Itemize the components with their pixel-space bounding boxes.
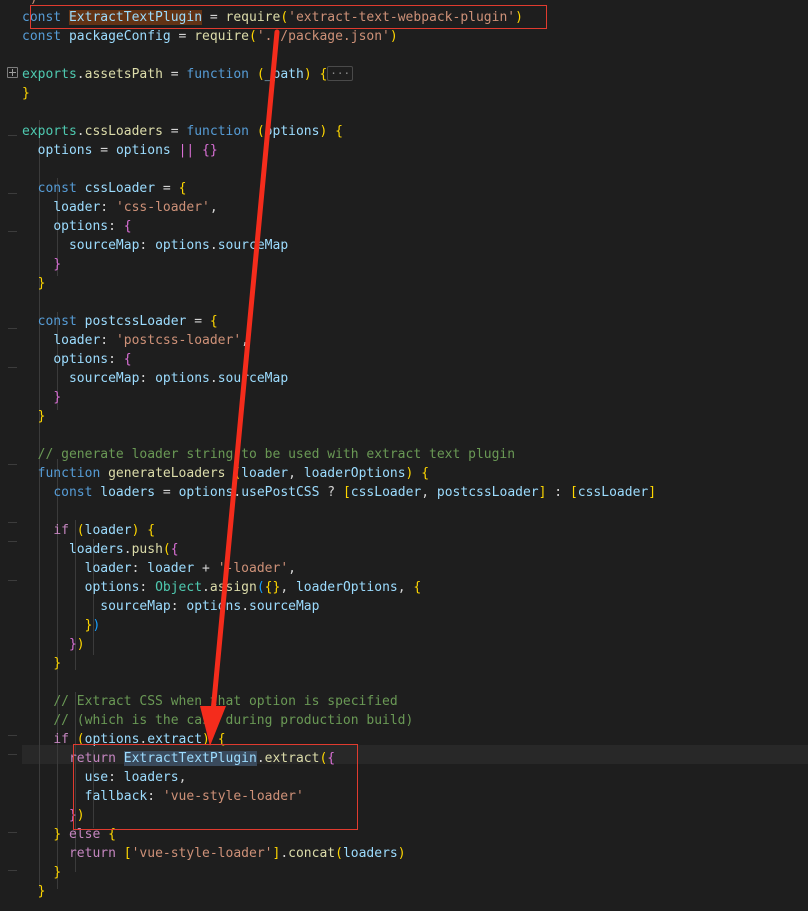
code-line[interactable]: loader: 'postcss-loader', (0, 331, 249, 350)
code-line[interactable]: function generateLoaders (loader, loader… (0, 464, 429, 483)
code-line[interactable]: } (0, 274, 46, 293)
code-line-folded[interactable]: exports.assetsPath = function (_path) {·… (0, 65, 354, 84)
code-line[interactable]: } (0, 882, 46, 901)
code-line[interactable]: } (0, 388, 61, 407)
code-line[interactable]: if (options.extract) { (0, 730, 225, 749)
code-line[interactable]: loader: 'css-loader', (0, 198, 217, 217)
code-line[interactable] (0, 46, 22, 65)
code-line[interactable] (0, 103, 22, 122)
code-line[interactable]: const ExtractTextPlugin = require('extra… (0, 8, 523, 27)
code-line[interactable]: const postcssLoader = { (0, 312, 218, 331)
code-line[interactable]: } (0, 863, 61, 882)
code-line[interactable]: loader: loader + '-loader', (0, 559, 296, 578)
code-line[interactable]: return ExtractTextPlugin.extract({ (0, 749, 335, 768)
code-line[interactable]: use: loaders, (0, 768, 187, 787)
code-editor[interactable]: ') const ExtractTextPlugin = require('ex… (0, 0, 808, 911)
code-line[interactable] (0, 502, 22, 521)
code-line[interactable]: // generate loader string to be used wit… (0, 445, 515, 464)
code-line[interactable]: fallback: 'vue-style-loader' (0, 787, 304, 806)
code-line[interactable]: options: Object.assign({}, loaderOptions… (0, 578, 422, 597)
code-line[interactable]: options = options || {} (0, 141, 218, 160)
code-line[interactable] (0, 426, 22, 445)
code-line[interactable] (0, 293, 22, 312)
code-line[interactable] (0, 160, 22, 179)
code-line[interactable]: } else { (0, 825, 116, 844)
code-line[interactable]: const cssLoader = { (0, 179, 187, 198)
code-line[interactable]: const loaders = options.usePostCSS ? [cs… (0, 483, 656, 502)
code-line[interactable]: sourceMap: options.sourceMap (0, 236, 288, 255)
code-line[interactable]: if (loader) { (0, 521, 155, 540)
code-line[interactable]: loaders.push({ (0, 540, 179, 559)
code-line[interactable]: options: { (0, 217, 131, 236)
code-line[interactable]: const packageConfig = require('../packag… (0, 27, 398, 46)
code-line[interactable]: }) (0, 806, 85, 825)
code-line[interactable] (0, 673, 22, 692)
folded-region-placeholder[interactable]: ··· (327, 66, 354, 81)
code-line[interactable]: sourceMap: options.sourceMap (0, 369, 288, 388)
code-line[interactable]: } (0, 654, 61, 673)
code-line[interactable]: sourceMap: options.sourceMap (0, 597, 319, 616)
code-line[interactable]: return ['vue-style-loader'].concat(loade… (0, 844, 406, 863)
code-line[interactable]: } (0, 407, 46, 426)
code-line[interactable]: }) (0, 616, 101, 635)
code-line[interactable]: exports.cssLoaders = function (options) … (0, 122, 343, 141)
code-line[interactable]: options: { (0, 350, 131, 369)
code-line[interactable]: ') (0, 0, 38, 8)
code-line[interactable]: } (0, 255, 61, 274)
code-line[interactable]: } (0, 84, 30, 103)
code-line[interactable]: // Extract CSS when that option is speci… (0, 692, 397, 711)
code-line[interactable]: // (which is the case during production … (0, 711, 413, 730)
code-line[interactable]: }) (0, 635, 85, 654)
